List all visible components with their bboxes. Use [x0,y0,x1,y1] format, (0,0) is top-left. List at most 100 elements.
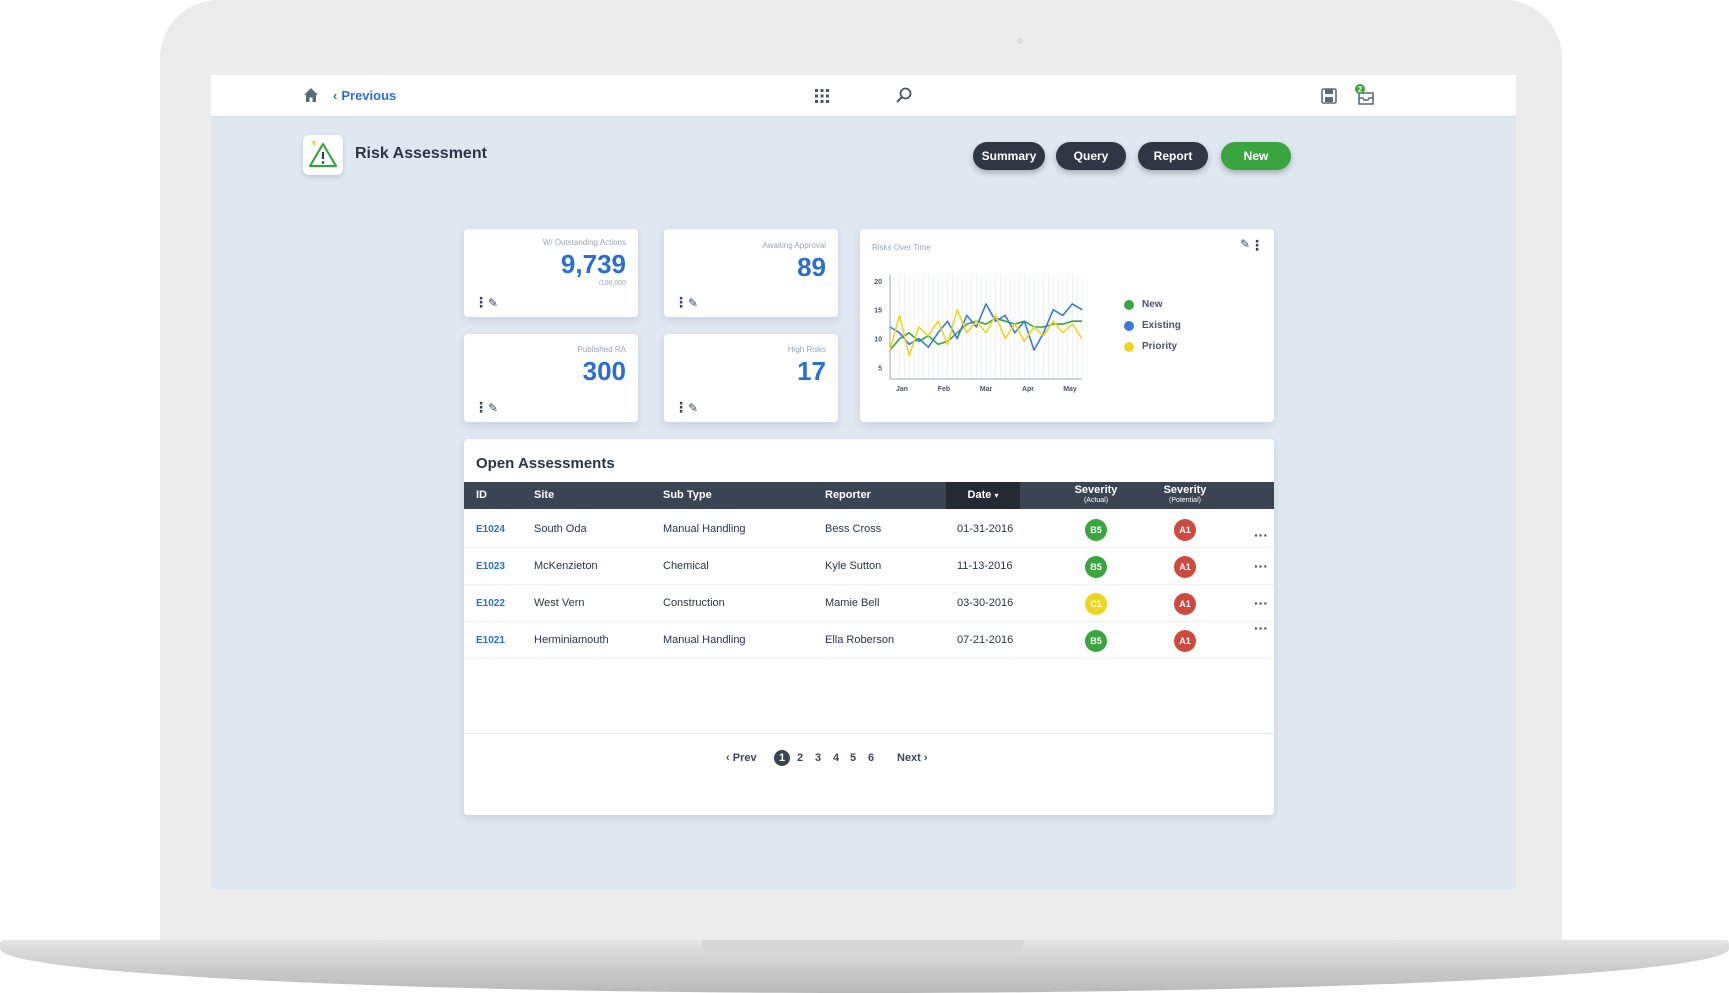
next-label: Next [897,752,921,764]
column-header-site[interactable]: Site [534,482,554,509]
stat-card-awaiting[interactable]: Awaiting Approval 89 ⋮ ✎ [664,229,838,317]
chart-title: Risks Over Time [872,243,931,252]
kebab-menu-icon[interactable]: ⋮ [674,295,688,309]
pin-icon[interactable]: ✎ [688,402,698,414]
column-header-reporter[interactable]: Reporter [825,482,871,509]
stat-label: Published RA [577,345,626,354]
y-tick-label: 15 [874,308,882,315]
row-id-link[interactable]: E1024 [476,511,505,548]
pin-icon[interactable]: ✎ [488,297,498,309]
legend-label: New [1142,299,1163,310]
pin-icon[interactable]: ✎ [1240,237,1250,251]
legend-dot [1124,320,1134,331]
table-footer-divider [464,733,1274,734]
legend-dot [1124,299,1134,310]
table-row[interactable]: E1024 South Oda Manual Handling Bess Cro… [464,511,1274,548]
camera [1017,38,1023,44]
new-button[interactable]: New [1221,142,1291,170]
summary-button[interactable]: Summary [973,142,1045,170]
row-reporter: Bess Cross [825,523,882,535]
x-tick-label: Jan [896,386,908,393]
row-date: 07-21-2016 [957,634,1014,646]
table-title: Open Assessments [476,455,615,472]
pagination-next[interactable]: Next › [897,750,928,766]
top-bar: ‹ Previous 2 [211,75,1516,117]
kebab-menu-icon[interactable]: ⋮ [1250,237,1264,254]
row-site: South Oda [534,523,587,535]
laptop-notch [702,940,1024,954]
stat-card-outstanding[interactable]: W/ Outstanding Actions 9,739 /100,000 ⋮ … [464,229,638,317]
column-header-subtype[interactable]: Sub Type [663,482,712,509]
pin-icon[interactable]: ✎ [688,297,698,309]
save-icon[interactable] [1320,87,1338,105]
search-icon[interactable] [895,86,913,104]
stat-card-published[interactable]: Published RA 300 ⋮ ✎ [464,334,638,422]
inbox-icon[interactable]: 2 [1354,83,1378,107]
legend-label: Priority [1142,341,1178,352]
table-row[interactable]: E1021 Herminiamouth Manual Handling Ella… [464,620,1274,659]
legend-item-priority: Priority [1124,341,1181,352]
row-subtype: Manual Handling [663,634,746,646]
chevron-left-icon: ‹ [333,88,338,103]
column-header-date[interactable]: Date ▾ [946,482,1020,509]
row-reporter: Kyle Sutton [825,560,882,572]
kebab-menu-icon[interactable]: ⋮ [474,400,488,414]
x-tick-label: Apr [1022,386,1034,393]
severity-actual-sub: (Actual) [1083,497,1109,504]
row-id-link[interactable]: E1022 [476,585,505,622]
row-date: 01-31-2016 [957,523,1014,535]
stat-card-high-risks[interactable]: High Risks 17 ⋮ ✎ [664,334,838,422]
stat-label: W/ Outstanding Actions [542,238,626,247]
table-row[interactable]: E1022 West Vern Construction Mamie Bell … [464,585,1274,622]
page-4[interactable]: 4 [833,750,839,766]
x-tick-label: May [1063,386,1077,393]
legend-item-existing: Existing [1124,320,1181,331]
severity-actual-label: Severity [1074,484,1118,496]
kebab-menu-icon[interactable]: ⋮ [674,400,688,414]
app-logo [303,135,343,175]
stat-label: High Risks [787,345,826,354]
row-site: Herminiamouth [534,634,609,646]
row-subtype: Construction [663,597,725,609]
table-row[interactable]: E1023 McKenzieton Chemical Kyle Sutton 1… [464,548,1274,585]
severity-actual-badge: B5 [1085,519,1107,541]
pin-icon[interactable]: ✎ [488,402,498,414]
row-id-link[interactable]: E1021 [476,622,505,659]
pagination: ‹ Prev 1 2 3 4 5 6 Next › [464,750,1274,766]
pagination-prev[interactable]: ‹ Prev [726,750,757,766]
row-id-link[interactable]: E1023 [476,548,505,585]
previous-link[interactable]: ‹ Previous [333,88,396,103]
page-2[interactable]: 2 [797,750,803,766]
stat-label: Awaiting Approval [762,241,826,250]
page-6[interactable]: 6 [868,750,874,766]
row-reporter: Ella Roberson [825,634,895,646]
kebab-menu-icon[interactable]: ⋮ [474,295,488,309]
sort-desc-icon: ▾ [994,491,999,500]
legend-dot [1124,341,1134,352]
legend-item-new: New [1124,299,1181,310]
severity-actual-badge: B5 [1085,630,1107,652]
query-button[interactable]: Query [1056,142,1126,170]
row-more-icon[interactable]: ··· [1254,548,1268,585]
inbox-count: 2 [1358,85,1363,94]
severity-potential-badge: A1 [1174,630,1196,652]
page-3[interactable]: 3 [815,750,821,766]
page-1[interactable]: 1 [774,750,790,766]
chart-card: Risks Over Time ✎ ⋮ 20 15 10 5 Jan Feb Mar Apr M… [860,229,1274,422]
prev-label: Prev [732,752,757,764]
grid-icon[interactable] [814,88,830,104]
legend-label: Existing [1142,320,1181,331]
column-header-severity-potential[interactable]: Severity (Potential) [1150,485,1220,505]
warning-triangle-icon [308,141,338,168]
home-icon[interactable] [303,87,319,103]
column-header-id[interactable]: ID [476,482,487,509]
date-header-label: Date [967,489,992,501]
report-button[interactable]: Report [1138,142,1208,170]
column-header-severity-actual[interactable]: Severity (Actual) [1061,484,1131,505]
chart-legend: New Existing Priority [1124,299,1181,362]
page-5[interactable]: 5 [850,750,856,766]
row-more-icon[interactable]: ··· [1254,610,1268,647]
page-title: Risk Assessment [355,145,487,162]
row-site: West Vern [534,597,585,609]
x-tick-label: Feb [938,386,950,393]
